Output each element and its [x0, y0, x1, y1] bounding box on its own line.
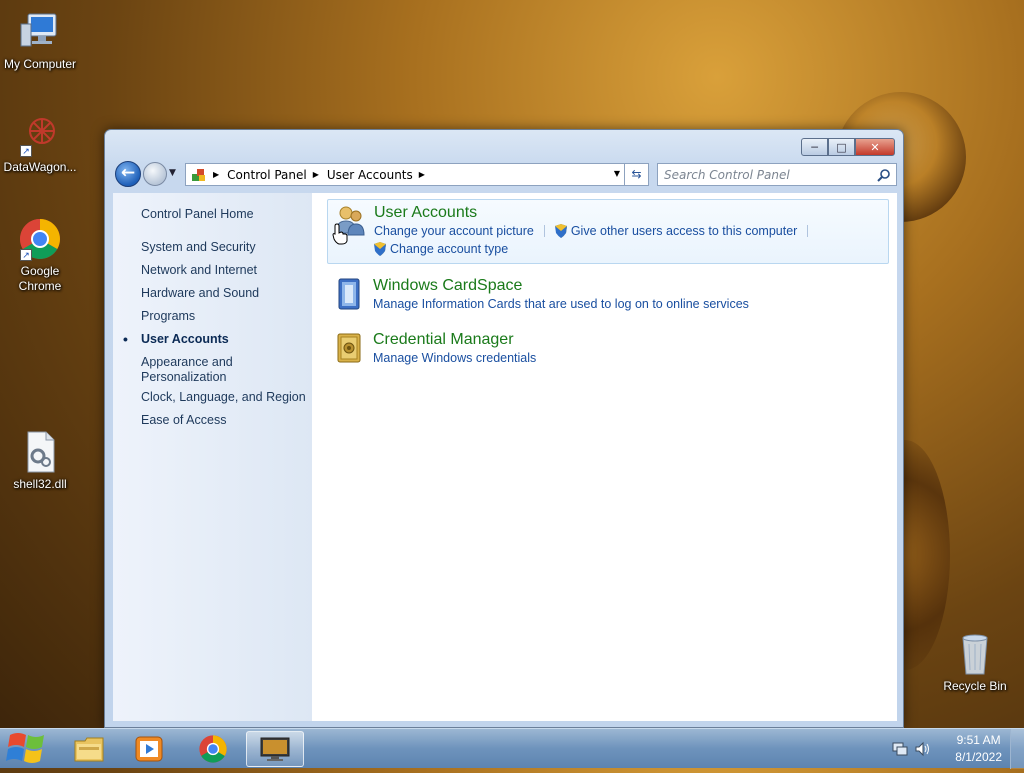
clock[interactable]: 9:51 AM 8/1/2022: [955, 732, 1002, 766]
nav-appearance-and-personalization[interactable]: Appearance and Personalization: [141, 355, 291, 385]
media-player-icon: [135, 736, 163, 762]
breadcrumb-separator-icon: ▶: [213, 170, 220, 179]
refresh-icon: ⇆: [631, 167, 642, 181]
taskbar: 9:51 AM 8/1/2022: [0, 727, 1024, 769]
control-panel-icon: [260, 737, 290, 761]
nav-user-accounts[interactable]: User Accounts: [123, 332, 312, 347]
recent-pages-button[interactable]: ▼: [169, 168, 176, 178]
start-button[interactable]: [2, 727, 56, 769]
close-button[interactable]: ✕: [855, 138, 895, 156]
credential-manager-icon[interactable]: [331, 330, 367, 366]
computer-icon: [18, 10, 62, 54]
desktop-icon-my-computer[interactable]: My Computer: [0, 10, 80, 72]
category-title[interactable]: Credential Manager: [373, 330, 536, 349]
desktop-icon-label: Recycle Bin: [943, 679, 1007, 693]
control-panel-icon: [191, 167, 207, 183]
give-other-users-access-link[interactable]: Give other users access to this computer: [571, 222, 797, 240]
chrome-icon: [199, 735, 227, 763]
windows-logo-icon: [6, 733, 44, 763]
category-title[interactable]: User Accounts: [374, 203, 818, 222]
left-navigation-pane: Control Panel Home System and Security N…: [113, 193, 312, 721]
search-icon[interactable]: [877, 167, 891, 182]
breadcrumb-separator-icon[interactable]: ▶: [313, 170, 319, 179]
desktop-icon-recycle-bin[interactable]: Recycle Bin: [935, 632, 1015, 694]
uac-shield-icon: [374, 242, 386, 256]
minimize-button[interactable]: ─: [801, 138, 828, 156]
nav-network-and-internet[interactable]: Network and Internet: [141, 263, 312, 278]
back-button[interactable]: ←: [115, 161, 141, 187]
nav-system-and-security[interactable]: System and Security: [141, 240, 312, 255]
change-account-picture-link[interactable]: Change your account picture: [374, 222, 534, 240]
chrome-icon: ↗: [18, 217, 62, 261]
category-credential-manager: Credential Manager Manage Windows creden…: [327, 327, 889, 372]
taskbar-control-panel[interactable]: [246, 731, 304, 767]
system-tray: 9:51 AM 8/1/2022: [884, 729, 1024, 769]
nav-clock-language-region[interactable]: Clock, Language, and Region: [141, 390, 312, 405]
cardspace-icon[interactable]: [331, 276, 367, 312]
manage-windows-credentials-link[interactable]: Manage Windows credentials: [373, 349, 536, 367]
search-box: [657, 163, 897, 186]
datawagon-icon: ↗: [18, 113, 62, 157]
taskbar-file-explorer[interactable]: [60, 731, 118, 767]
maximize-button[interactable]: □: [828, 138, 855, 156]
main-pane: User Accounts Change your account pictur…: [312, 193, 897, 721]
arrow-left-icon: ←: [120, 163, 136, 183]
desktop-icon-label: DataWagon...: [3, 160, 77, 174]
address-bar[interactable]: ▶ Control Panel ▶ User Accounts ▶ ▼: [185, 163, 625, 186]
forward-button[interactable]: [143, 162, 167, 186]
clock-date: 8/1/2022: [955, 750, 1002, 764]
navigation-bar: ← ▼ ▶ Control Panel ▶ User Accounts ▶ ▼ …: [113, 161, 897, 187]
shortcut-arrow-icon: ↗: [20, 145, 32, 157]
clock-time: 9:51 AM: [956, 733, 1001, 747]
desktop-icon-datawagon[interactable]: ↗ DataWagon...: [0, 113, 80, 175]
manage-information-cards-link[interactable]: Manage Information Cards that are used t…: [373, 295, 749, 313]
nav-control-panel-home[interactable]: Control Panel Home: [141, 207, 312, 222]
nav-hardware-and-sound[interactable]: Hardware and Sound: [141, 286, 312, 301]
recycle-bin-icon: [953, 632, 997, 676]
taskbar-media-player[interactable]: [120, 731, 178, 767]
dll-file-icon: [18, 430, 62, 474]
link-divider: [543, 225, 545, 237]
folder-icon: [74, 737, 104, 762]
title-buttons: ─ □ ✕: [801, 138, 895, 156]
breadcrumb-user-accounts[interactable]: User Accounts: [327, 168, 413, 182]
breadcrumb-control-panel[interactable]: Control Panel: [227, 168, 307, 182]
volume-icon[interactable]: [914, 741, 930, 761]
show-desktop-button[interactable]: [1010, 729, 1024, 769]
desktop-icon-chrome[interactable]: ↗ Google Chrome: [0, 217, 80, 294]
change-account-type-link[interactable]: Change account type: [390, 240, 508, 258]
desktop-icon-label: Google Chrome: [18, 264, 62, 293]
category-windows-cardspace: Windows CardSpace Manage Information Car…: [327, 273, 889, 318]
window-content: Control Panel Home System and Security N…: [113, 193, 897, 721]
refresh-button[interactable]: ⇆: [625, 163, 649, 186]
category-user-accounts: User Accounts Change your account pictur…: [327, 199, 889, 264]
breadcrumb-separator-icon[interactable]: ▶: [419, 170, 425, 179]
taskbar-chrome[interactable]: [184, 731, 242, 767]
nav-ease-of-access[interactable]: Ease of Access: [141, 413, 312, 428]
shortcut-arrow-icon: ↗: [20, 249, 32, 261]
search-input[interactable]: [658, 164, 868, 186]
address-dropdown-icon[interactable]: ▼: [614, 169, 620, 178]
category-title[interactable]: Windows CardSpace: [373, 276, 749, 295]
uac-shield-icon: [554, 224, 567, 238]
desktop-icon-label: My Computer: [3, 57, 77, 71]
link-divider: [807, 225, 809, 237]
desktop-icon-shell32[interactable]: shell32.dll: [0, 430, 80, 492]
nav-programs[interactable]: Programs: [141, 309, 312, 324]
desktop-icon-label: shell32.dll: [13, 477, 67, 491]
control-panel-window: ─ □ ✕ ← ▼ ▶ Control Panel ▶ User Account…: [104, 129, 904, 728]
network-icon[interactable]: [892, 741, 908, 761]
hand-cursor-icon: [332, 223, 348, 245]
